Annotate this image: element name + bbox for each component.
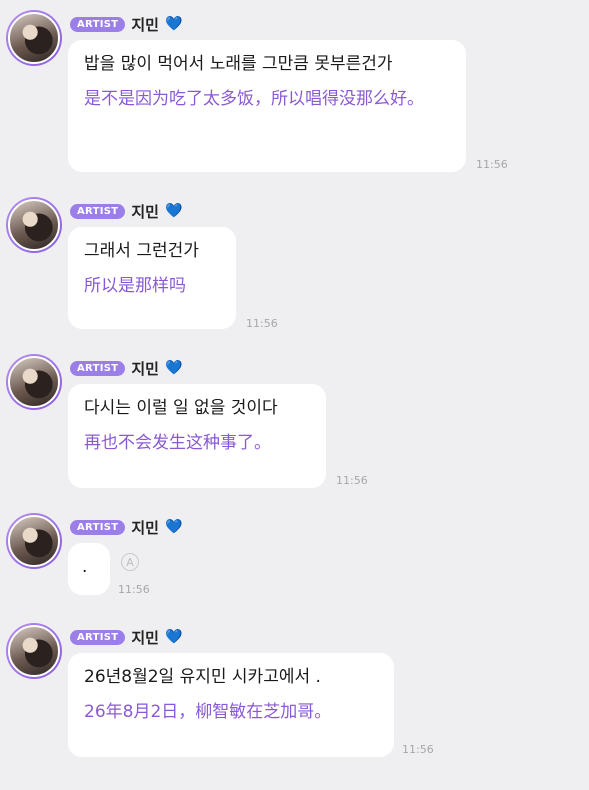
- chat-message: ARTIST 지민 💙 그래서 그런건가 所以是那样吗 11:56: [0, 195, 589, 335]
- avatar[interactable]: [6, 513, 62, 569]
- avatar[interactable]: [6, 197, 62, 253]
- avatar-photo: [8, 356, 60, 408]
- chinese-translation: 再也不会发生这种事了。: [84, 433, 271, 453]
- message-bubble[interactable]: .: [68, 543, 110, 595]
- message-bubble[interactable]: 밥을 많이 먹어서 노래를 그만큼 못부른건가 是不是因为吃了太多饭，所以唱得没…: [68, 40, 466, 172]
- avatar-photo: [8, 199, 60, 251]
- message-bubble[interactable]: 그래서 그런건가 所以是那样吗: [68, 227, 236, 329]
- chinese-translation: 所以是那样吗: [84, 276, 186, 296]
- sender-name[interactable]: 지민: [131, 358, 159, 379]
- sender-row: ARTIST 지민 💙: [70, 517, 182, 537]
- message-bubble[interactable]: 다시는 이럴 일 없을 것이다 再也不会发生这种事了。: [68, 384, 326, 488]
- heart-icon: 💙: [164, 629, 183, 645]
- avatar[interactable]: [6, 10, 62, 66]
- avatar-photo: [8, 515, 60, 567]
- heart-icon: 💙: [164, 203, 183, 219]
- chat-message: ARTIST 지민 💙 다시는 이럴 일 없을 것이다 再也不会发生这种事了。 …: [0, 352, 589, 494]
- chinese-translation: 是不是因为吃了太多饭，所以唱得没那么好。: [84, 89, 424, 109]
- message-time: 11:56: [336, 474, 368, 487]
- avatar[interactable]: [6, 623, 62, 679]
- korean-text: 다시는 이럴 일 없을 것이다: [84, 398, 278, 418]
- message-time: 11:56: [246, 317, 278, 330]
- chat-message: ARTIST 지민 💙 밥을 많이 먹어서 노래를 그만큼 못부른건가 是不是因…: [0, 8, 589, 178]
- artist-badge: ARTIST: [70, 16, 126, 32]
- artist-badge: ARTIST: [70, 629, 126, 645]
- sender-name[interactable]: 지민: [131, 14, 159, 35]
- korean-text: 26년8월2일 유지민 시카고에서 .: [84, 667, 321, 687]
- heart-icon: 💙: [164, 360, 183, 376]
- avatar[interactable]: [6, 354, 62, 410]
- korean-text: 밥을 많이 먹어서 노래를 그만큼 못부른건가: [84, 54, 393, 74]
- avatar-photo: [8, 625, 60, 677]
- translate-icon[interactable]: A: [121, 553, 139, 571]
- chat-message: ARTIST 지민 💙 26년8월2일 유지민 시카고에서 . 26年8月2日，…: [0, 621, 589, 771]
- chat-message: ARTIST 지민 💙 . A 11:56: [0, 511, 589, 606]
- message-time: 11:56: [118, 583, 150, 596]
- message-time: 11:56: [402, 743, 434, 756]
- heart-icon: 💙: [164, 16, 183, 32]
- chinese-translation: 26年8月2日，柳智敏在芝加哥。: [84, 702, 332, 722]
- sender-row: ARTIST 지민 💙: [70, 358, 182, 378]
- korean-text: 그래서 그런건가: [84, 241, 199, 261]
- sender-row: ARTIST 지민 💙: [70, 14, 182, 34]
- sender-row: ARTIST 지민 💙: [70, 627, 182, 647]
- artist-badge: ARTIST: [70, 519, 126, 535]
- sender-name[interactable]: 지민: [131, 627, 159, 648]
- artist-badge: ARTIST: [70, 203, 126, 219]
- sender-name[interactable]: 지민: [131, 517, 159, 538]
- heart-icon: 💙: [164, 519, 183, 535]
- avatar-photo: [8, 12, 60, 64]
- artist-badge: ARTIST: [70, 360, 126, 376]
- message-bubble[interactable]: 26년8월2일 유지민 시카고에서 . 26年8月2日，柳智敏在芝加哥。: [68, 653, 394, 757]
- korean-text: .: [82, 557, 88, 577]
- message-time: 11:56: [476, 158, 508, 171]
- sender-name[interactable]: 지민: [131, 201, 159, 222]
- sender-row: ARTIST 지민 💙: [70, 201, 182, 221]
